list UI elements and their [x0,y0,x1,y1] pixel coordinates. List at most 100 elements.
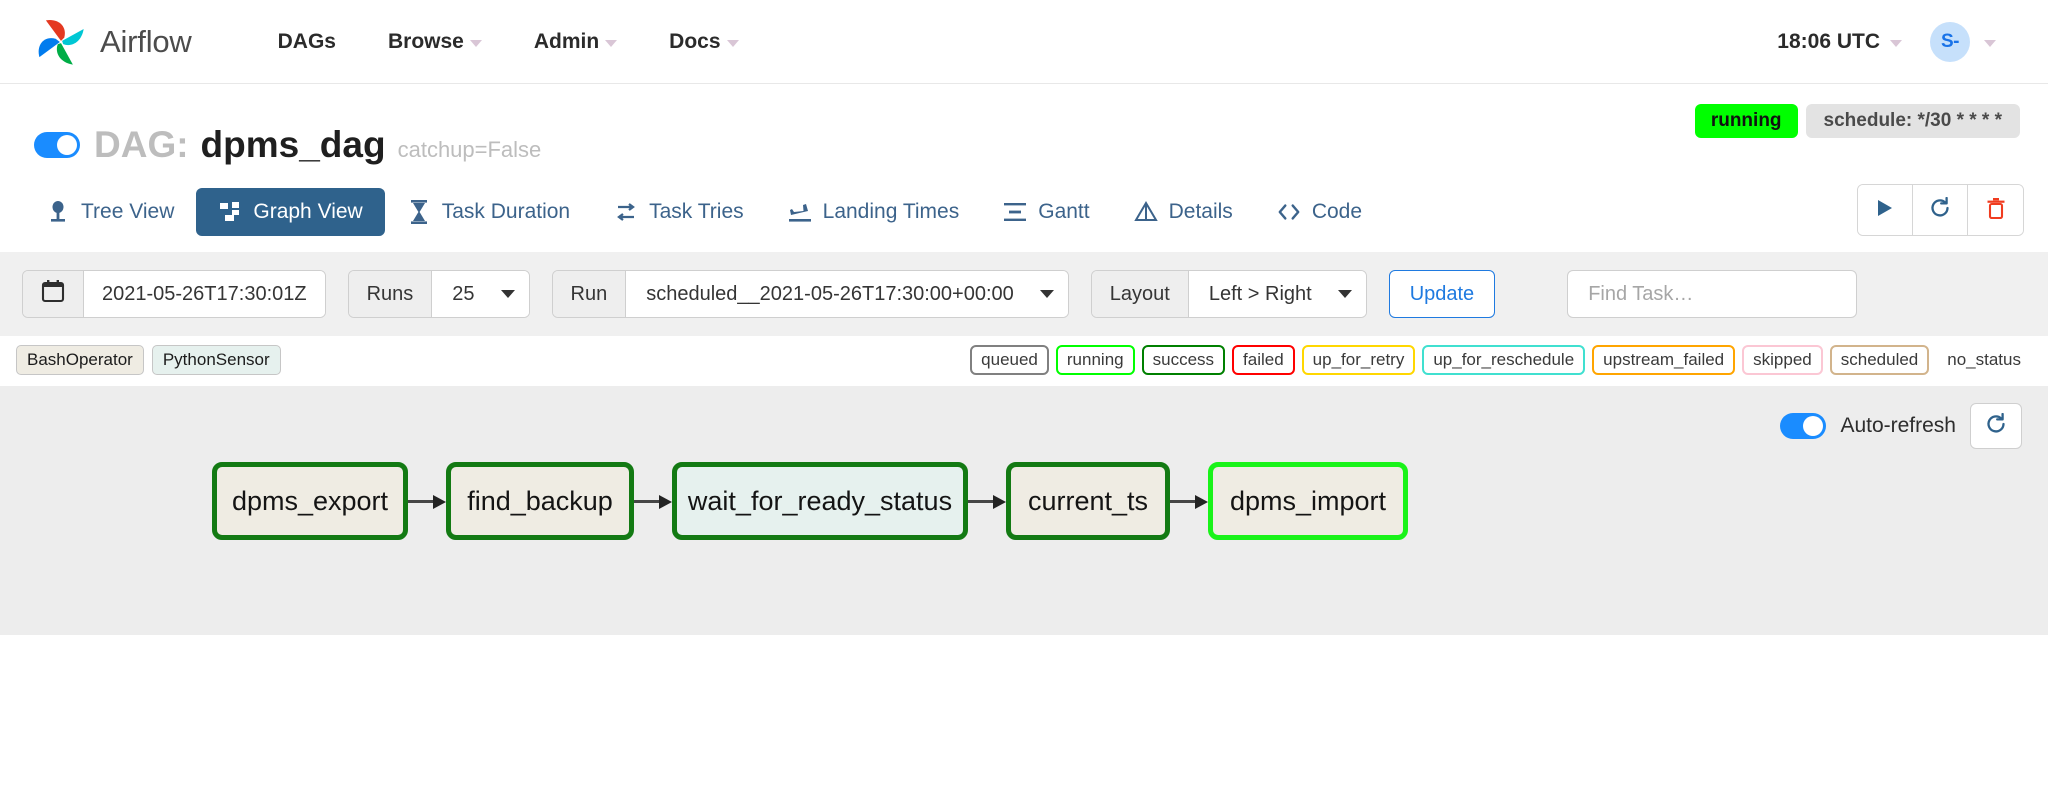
chevron-down-icon [501,290,515,298]
status-chip-running[interactable]: running [1056,345,1135,375]
layout-label: Layout [1092,271,1189,317]
tab-code[interactable]: Code [1255,188,1384,236]
update-button[interactable]: Update [1389,270,1496,318]
edge-arrow-icon [408,494,446,508]
edge-arrow-icon [968,494,1006,508]
status-chip-failed[interactable]: failed [1232,345,1295,375]
dag-pause-toggle[interactable] [34,132,80,158]
status-chip-no-status[interactable]: no_status [1936,345,2032,375]
tab-code-label: Code [1312,200,1362,224]
nav-item-dags[interactable]: DAGs [252,20,362,64]
tab-gantt[interactable]: Gantt [981,188,1111,236]
nav-item-browse-label: Browse [388,30,464,54]
view-tabs: Tree View Graph View Task Duration Task … [0,168,2048,244]
tab-landing-times[interactable]: Landing Times [766,188,982,236]
tab-task-tries-label: Task Tries [649,200,744,224]
runs-label: Runs [349,271,433,317]
timezone-label: 18:06 UTC [1777,30,1880,54]
tab-tree-view[interactable]: Tree View [24,188,196,236]
run-label-text: Run [571,283,608,306]
tab-details[interactable]: Details [1112,188,1255,236]
layout-group: Layout Left > Right [1091,270,1367,318]
calendar-button[interactable] [23,271,84,317]
chevron-down-icon [1338,290,1352,298]
status-legend: queued running success failed up_for_ret… [970,345,2032,375]
navbar-right: 18:06 UTC S- [1759,14,2014,70]
operator-chip-bashoperator: BashOperator [16,345,144,375]
runs-group: Runs 25 [348,270,530,318]
dag-catchup-label: catchup=False [398,137,542,163]
nav-item-admin-label: Admin [534,30,599,54]
auto-refresh-toggle[interactable] [1780,413,1826,439]
task-node-wait-for-ready-status[interactable]: wait_for_ready_status [672,462,968,540]
run-group: Run scheduled__2021-05-26T17:30:00+00:00 [552,270,1069,318]
task-node-current-ts[interactable]: current_ts [1006,462,1170,540]
retry-icon [614,200,638,224]
layout-label-text: Layout [1110,283,1170,306]
chevron-down-icon [727,40,739,47]
chevron-down-icon [605,40,617,47]
tab-details-label: Details [1169,200,1233,224]
task-node-find-backup[interactable]: find_backup [446,462,634,540]
nav-item-dags-label: DAGs [278,30,336,54]
layout-select[interactable]: Left > Right [1189,271,1366,317]
tab-task-duration[interactable]: Task Duration [385,188,592,236]
nav-item-browse[interactable]: Browse [362,20,508,64]
tab-task-duration-label: Task Duration [442,200,570,224]
status-chip-scheduled[interactable]: scheduled [1830,345,1930,375]
tab-graph-view[interactable]: Graph View [196,188,384,236]
user-menu[interactable]: S- [1914,14,2014,70]
task-node-dpms-export[interactable]: dpms_export [212,462,408,540]
top-navbar: Airflow DAGs Browse Admin Docs 18:06 UTC… [0,0,2048,84]
dag-graph-flow: dpms_export find_backup wait_for_ready_s… [0,462,2048,540]
schedule-badge[interactable]: schedule: */30 * * * * [1806,104,2020,138]
status-chip-queued[interactable]: queued [970,345,1049,375]
nav-item-docs[interactable]: Docs [643,20,764,64]
auto-refresh-bar: Auto-refresh [0,386,2048,448]
status-chip-up-for-reschedule[interactable]: up_for_reschedule [1422,345,1585,375]
trigger-dag-button[interactable] [1858,185,1913,235]
hourglass-icon [407,200,431,224]
chevron-down-icon [1984,40,1996,47]
status-chip-up-for-retry[interactable]: up_for_retry [1302,345,1416,375]
base-date-input[interactable]: 2021-05-26T17:30:01Z [84,271,325,317]
edge-arrow-icon [1170,494,1208,508]
landing-icon [788,200,812,224]
graph-canvas[interactable]: Auto-refresh dpms_export find_backup wai… [0,386,2048,635]
dag-header: DAG: dpms_dag catchup=False running sche… [0,84,2048,168]
tab-landing-times-label: Landing Times [823,200,960,224]
delete-dag-button[interactable] [1968,185,2023,235]
runs-select[interactable]: 25 [432,271,528,317]
status-chip-upstream-failed[interactable]: upstream_failed [1592,345,1735,375]
base-date-group: 2021-05-26T17:30:01Z [22,270,326,318]
refresh-dag-button[interactable] [1913,185,1968,235]
graph-refresh-button[interactable] [1970,403,2022,449]
dag-header-badges: running schedule: */30 * * * * [1695,104,2020,138]
run-select[interactable]: scheduled__2021-05-26T17:30:00+00:00 [626,271,1068,317]
triangle-icon [1134,200,1158,224]
timezone-selector[interactable]: 18:06 UTC [1759,20,1910,64]
status-chip-success[interactable]: success [1142,345,1225,375]
dag-name-label: dpms_dag [201,124,386,166]
run-label: Run [553,271,627,317]
operator-legend: BashOperator PythonSensor [16,345,281,375]
calendar-icon [41,279,65,309]
base-date-value: 2021-05-26T17:30:01Z [102,283,307,306]
dag-prefix-label: DAG: [94,124,189,166]
page-title: DAG: dpms_dag catchup=False [94,124,541,166]
refresh-icon [1929,197,1951,224]
nav-item-docs-label: Docs [669,30,720,54]
nav-item-admin[interactable]: Admin [508,20,643,64]
airflow-brand[interactable]: Airflow [34,15,192,69]
auto-refresh-label: Auto-refresh [1840,414,1956,438]
graph-icon [218,200,242,224]
nav-links: DAGs Browse Admin Docs [252,20,765,64]
run-value: scheduled__2021-05-26T17:30:00+00:00 [646,283,1014,306]
dag-action-buttons [1857,184,2024,236]
find-task-input[interactable]: Find Task… [1567,270,1857,318]
status-chip-skipped[interactable]: skipped [1742,345,1823,375]
play-icon [1875,198,1895,223]
tab-task-tries[interactable]: Task Tries [592,188,766,236]
chevron-down-icon [1040,290,1054,298]
task-node-dpms-import[interactable]: dpms_import [1208,462,1408,540]
